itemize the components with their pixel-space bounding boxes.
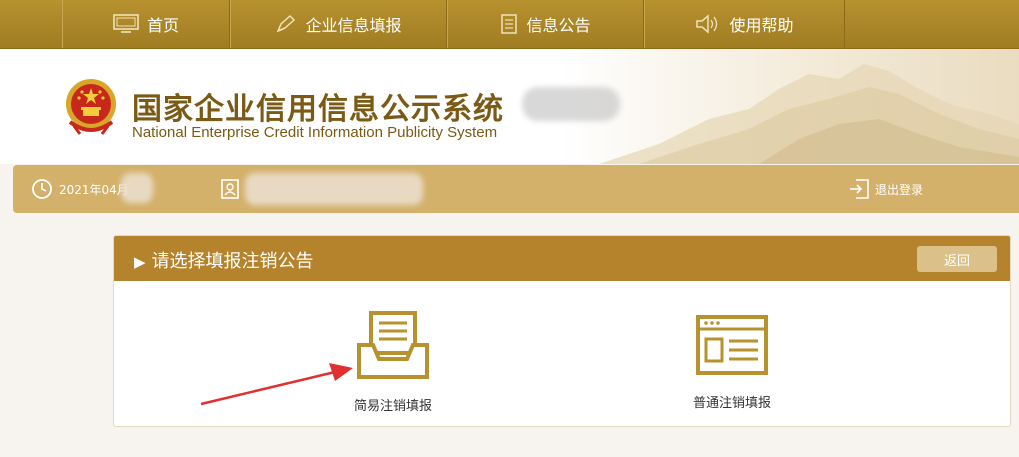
redacted-region xyxy=(245,173,423,205)
login-date: 2021年04月 xyxy=(59,183,129,197)
site-title-english: National Enterprise Credit Information P… xyxy=(132,124,498,141)
normal-cancellation-label: 普通注销填报 xyxy=(692,396,771,411)
redacted-region xyxy=(121,173,153,203)
clock-icon xyxy=(32,179,52,199)
triangle-right-icon: ▶ xyxy=(134,253,146,271)
nav-item-enterprise-report-label: 企业信息填报 xyxy=(305,16,402,35)
logout-icon xyxy=(850,179,869,199)
red-arrow-annotation xyxy=(200,363,353,406)
logout-link[interactable]: 退出登录 xyxy=(875,181,923,198)
panel-title: ▶ 请选择填报注销公告 xyxy=(134,247,314,273)
user-info-bar: 2021年04月 退出登录 xyxy=(13,165,1019,213)
monitor-icon xyxy=(113,14,139,33)
pen-icon xyxy=(277,14,296,33)
panel-title-text: 请选择填报注销公告 xyxy=(151,251,314,272)
nav-item-enterprise-report[interactable]: 企业信息填报 xyxy=(230,0,447,48)
nav-item-home-label: 首页 xyxy=(146,16,179,35)
redacted-region xyxy=(522,87,620,121)
site-title-chinese: 国家企业信用信息公示系统 xyxy=(132,92,504,127)
speaker-icon xyxy=(696,14,718,34)
site-header: 国家企业信用信息公示系统 National Enterprise Credit … xyxy=(0,49,1019,164)
form-window-icon xyxy=(696,315,768,375)
document-icon xyxy=(501,14,518,34)
nav-item-home[interactable]: 首页 xyxy=(62,0,230,48)
user-card-icon xyxy=(221,179,239,199)
nav-item-info-announcement-label: 信息公告 xyxy=(526,16,591,35)
inbox-document-icon xyxy=(357,311,429,379)
nav-item-help[interactable]: 使用帮助 xyxy=(644,0,845,48)
top-navigation-bar: 首页 企业信息填报 信息公告 使用帮助 xyxy=(0,0,1019,49)
back-button[interactable]: 返回 xyxy=(917,246,997,272)
national-emblem-icon xyxy=(66,79,116,135)
nav-item-help-label: 使用帮助 xyxy=(729,16,794,35)
normal-cancellation-option[interactable]: 普通注销填报 xyxy=(677,314,787,411)
mountain-decoration xyxy=(599,64,1019,164)
panel-header: ▶ 请选择填报注销公告 返回 xyxy=(114,236,1010,281)
nav-item-info-announcement[interactable]: 信息公告 xyxy=(447,0,644,48)
